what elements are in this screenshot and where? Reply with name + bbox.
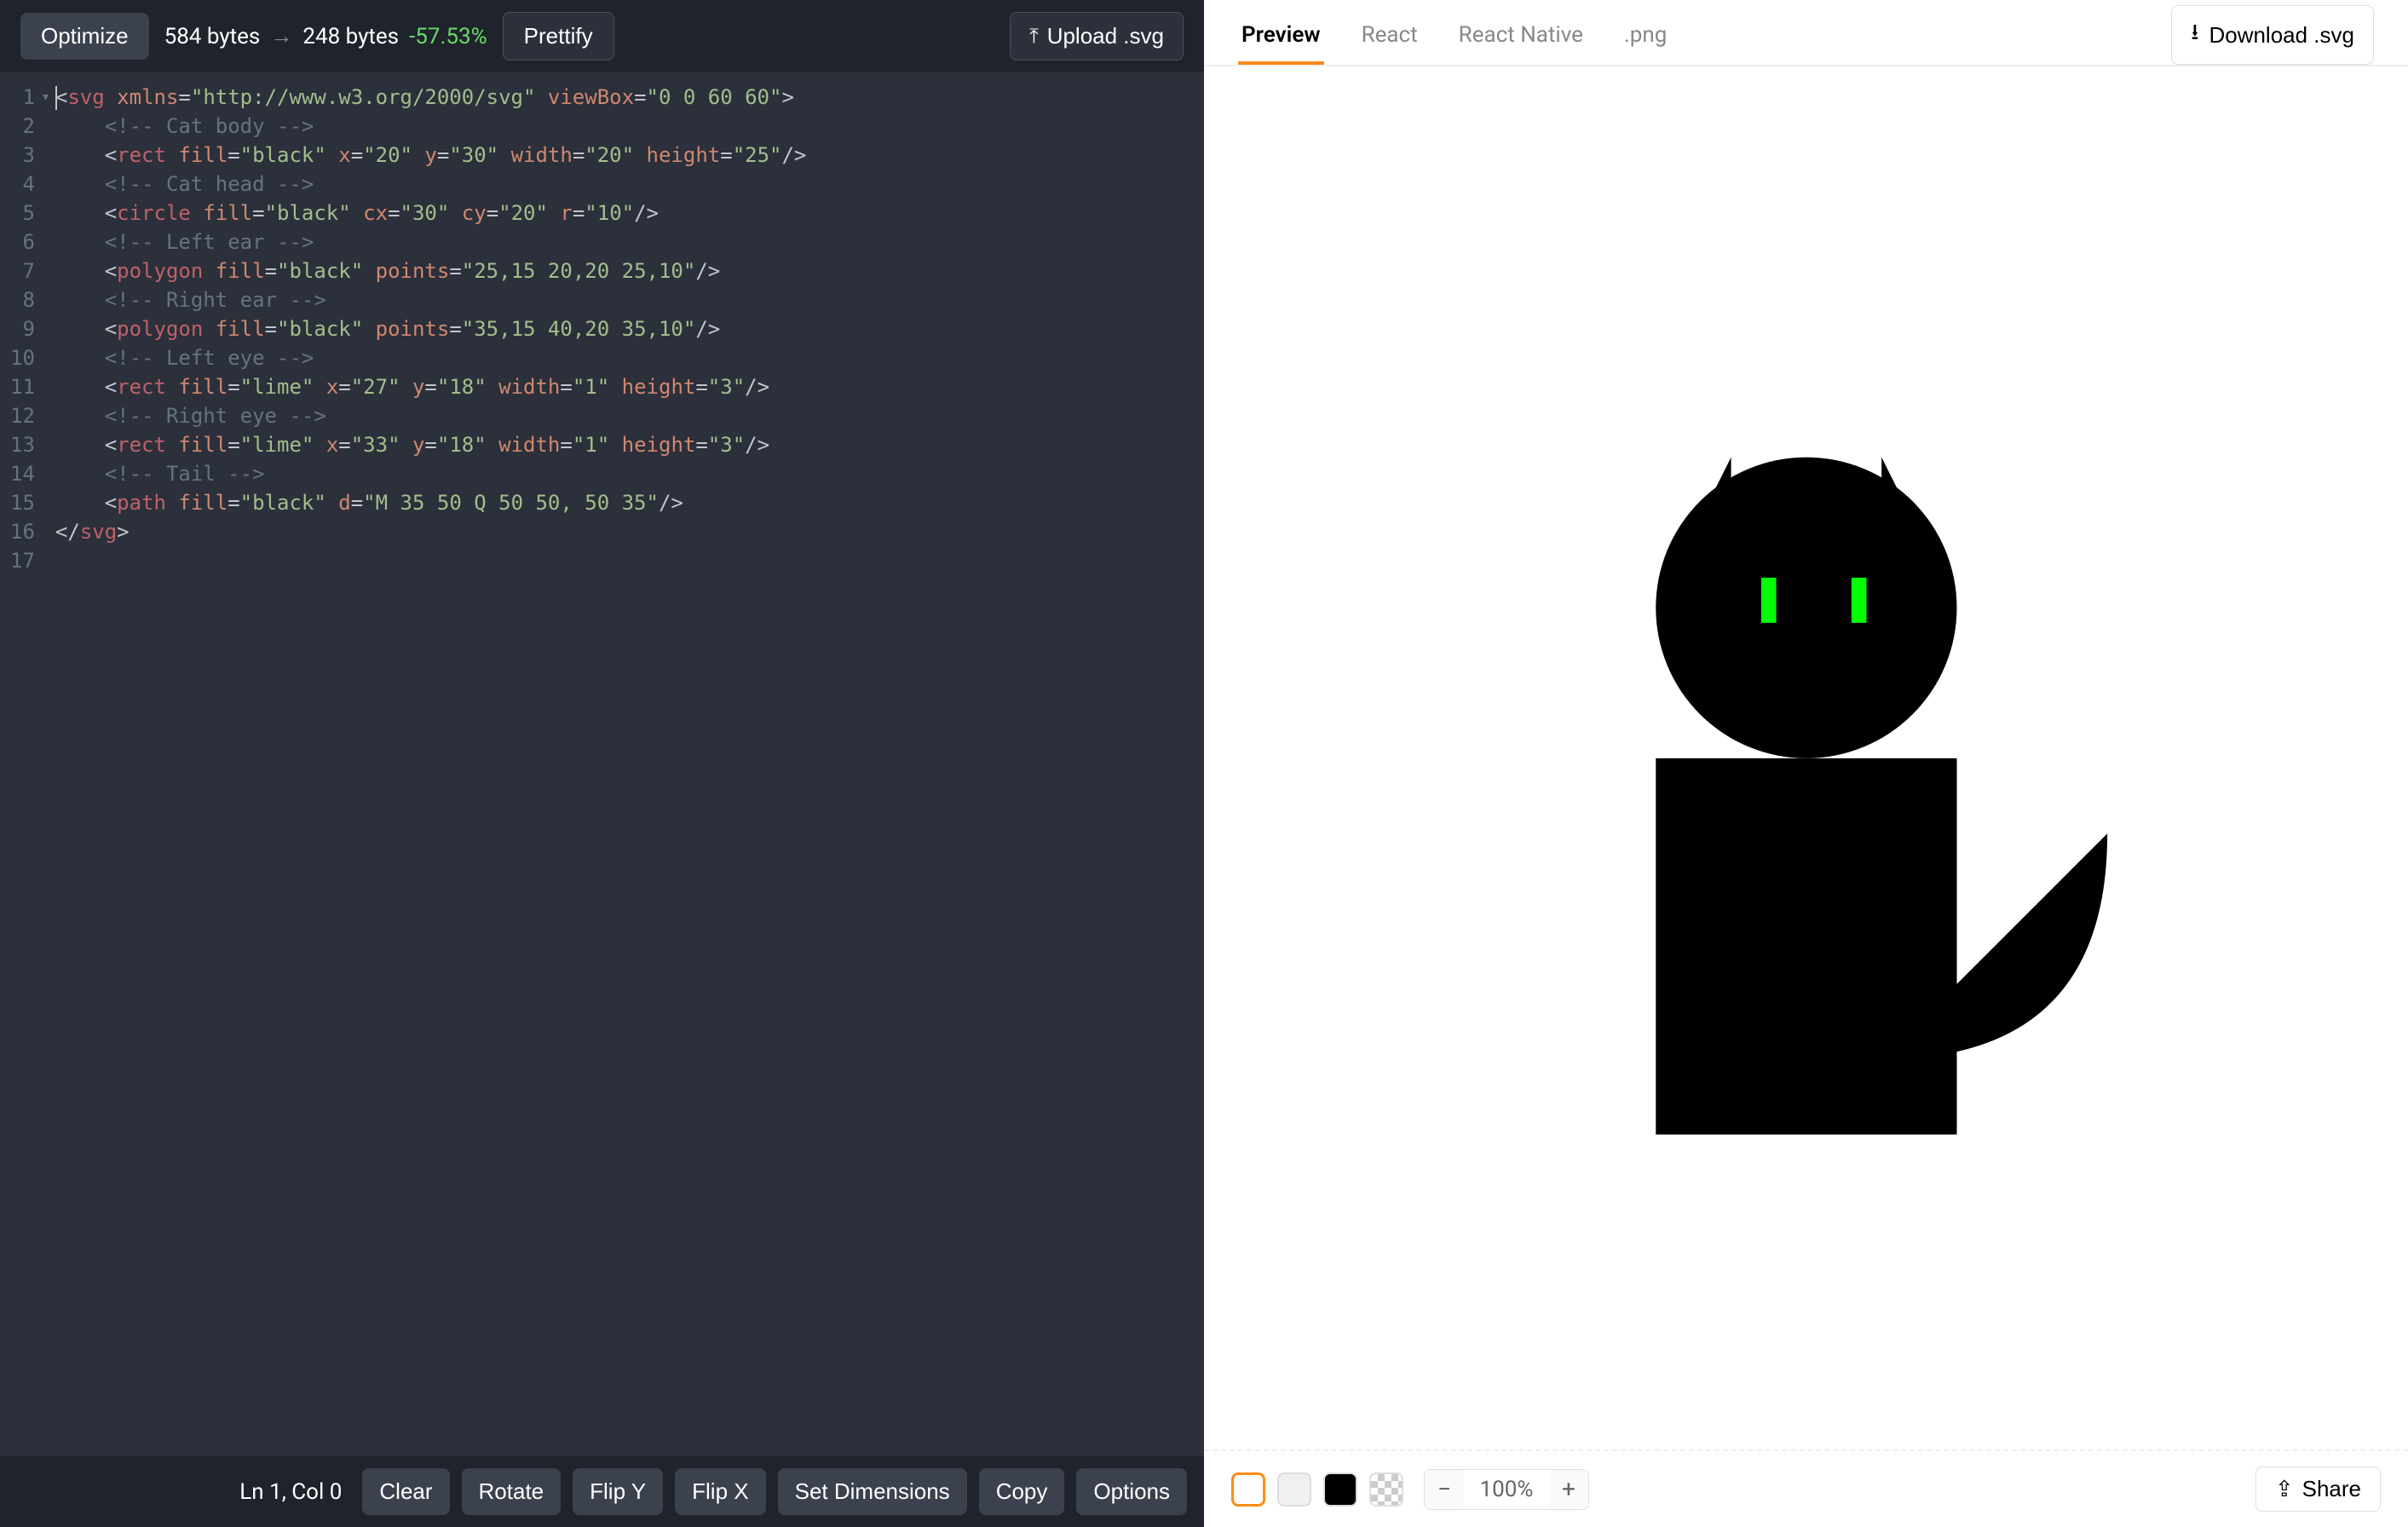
code-line[interactable]: <rect fill="lime" x="33" y="18" width="1… — [55, 430, 1190, 459]
code-line[interactable]: <!-- Cat head --> — [55, 170, 1190, 199]
rotate-button[interactable]: Rotate — [462, 1468, 562, 1515]
download-button[interactable]: ⭳ Download .svg — [2171, 5, 2374, 65]
code-line[interactable]: <!-- Right ear --> — [55, 285, 1190, 314]
copy-button[interactable]: Copy — [979, 1468, 1065, 1515]
bg-swatch-transparent[interactable] — [1369, 1472, 1403, 1507]
clear-button[interactable]: Clear — [362, 1468, 449, 1515]
line-number: 4 — [10, 170, 35, 199]
code-line[interactable]: <polygon fill="black" points="35,15 40,2… — [55, 314, 1190, 343]
tab-png[interactable]: .png — [1621, 7, 1670, 63]
code-line[interactable]: <path fill="black" d="M 35 50 Q 50 50, 5… — [55, 488, 1190, 517]
flip-y-button[interactable]: Flip Y — [573, 1468, 663, 1515]
code-line[interactable]: <circle fill="black" cx="30" cy="20" r="… — [55, 199, 1190, 228]
line-number: 17 — [10, 546, 35, 575]
tab-react[interactable]: React — [1358, 7, 1421, 63]
line-number: 1▾ — [10, 83, 35, 112]
svg-rect — [1656, 758, 1956, 1135]
code-line[interactable]: <rect fill="lime" x="27" y="18" width="1… — [55, 372, 1190, 401]
line-number: 11 — [10, 372, 35, 401]
upload-icon: ⤒ — [1029, 25, 1039, 49]
output-tabs: Preview React React Native .png — [1238, 7, 1670, 63]
code-line[interactable] — [55, 546, 1190, 575]
size-stats: 584 bytes → 248 bytes -57.53% — [164, 23, 487, 49]
svg-rect — [1761, 578, 1777, 623]
tab-preview[interactable]: Preview — [1238, 7, 1324, 63]
bg-swatch-grey[interactable] — [1277, 1472, 1311, 1507]
line-number: 6 — [10, 228, 35, 256]
preview-top-bar: Preview React React Native .png ⭳ Download … — [1204, 0, 2408, 66]
size-after: 248 bytes — [302, 24, 399, 49]
line-gutter: 1▾234567891011121314151617 — [0, 72, 42, 1456]
arrow-icon: → — [270, 23, 292, 49]
share-button[interactable]: ⇪ Share — [2255, 1466, 2381, 1512]
bg-swatch-black[interactable] — [1323, 1472, 1357, 1507]
code-line[interactable]: </svg> — [55, 517, 1190, 546]
preview-pane: Preview React React Native .png ⭳ Download … — [1204, 0, 2408, 1527]
fold-icon[interactable]: ▾ — [41, 83, 50, 112]
line-number: 7 — [10, 256, 35, 285]
line-number: 2 — [10, 112, 35, 141]
download-label: Download .svg — [2209, 22, 2354, 49]
tab-reactnative[interactable]: React Native — [1455, 7, 1587, 63]
bg-swatch-white[interactable] — [1231, 1472, 1265, 1507]
cursor-position: Ln 1, Col 0 — [239, 1479, 342, 1505]
zoom-in-button[interactable]: + — [1549, 1470, 1588, 1509]
svg-preview — [1355, 307, 2258, 1210]
upload-label: Upload .svg — [1047, 23, 1164, 49]
code-line[interactable]: <rect fill="black" x="20" y="30" width="… — [55, 141, 1190, 170]
line-number: 3 — [10, 141, 35, 170]
svg-circle — [1656, 457, 1956, 758]
prettify-button[interactable]: Prettify — [503, 12, 614, 61]
code-line[interactable]: <!-- Left ear --> — [55, 228, 1190, 256]
zoom-control: − 100% + — [1424, 1469, 1589, 1510]
line-number: 15 — [10, 488, 35, 517]
line-number: 14 — [10, 459, 35, 488]
share-label: Share — [2302, 1476, 2361, 1502]
code-editor[interactable]: 1▾234567891011121314151617 <svg xmlns="h… — [0, 72, 1204, 1456]
download-icon: ⭳ — [2191, 16, 2198, 54]
code-line[interactable]: <!-- Tail --> — [55, 459, 1190, 488]
share-icon: ⇪ — [2275, 1476, 2294, 1502]
line-number: 5 — [10, 199, 35, 228]
line-number: 13 — [10, 430, 35, 459]
code-line[interactable]: <!-- Left eye --> — [55, 343, 1190, 372]
line-number: 8 — [10, 285, 35, 314]
editor-toolbar: Optimize 584 bytes → 248 bytes -57.53% P… — [0, 0, 1204, 72]
editor-bottom-toolbar: Ln 1, Col 0 Clear RotateFlip Y Flip X Set D… — [0, 1456, 1204, 1527]
zoom-out-button[interactable]: − — [1425, 1470, 1464, 1509]
preview-bottom-bar: − 100% + ⇪ Share — [1204, 1449, 2408, 1527]
line-number: 9 — [10, 314, 35, 343]
editor-pane: Optimize 584 bytes → 248 bytes -57.53% P… — [0, 0, 1204, 1527]
line-number: 16 — [10, 517, 35, 546]
bottom-button-group: Clear RotateFlip Y Flip X Set Dimensions Cop… — [362, 1468, 1187, 1515]
zoom-value: 100% — [1464, 1477, 1549, 1502]
code-content[interactable]: <svg xmlns="http://www.w3.org/2000/svg" … — [42, 72, 1204, 1456]
optimize-button[interactable]: Optimize — [20, 13, 149, 60]
options-button[interactable]: Options — [1076, 1468, 1187, 1515]
upload-button[interactable]: ⤒ Upload .svg — [1010, 12, 1184, 61]
svg-preview-canvas — [1204, 66, 2408, 1449]
pct-saved: -57.53% — [409, 24, 487, 49]
line-number: 12 — [10, 401, 35, 430]
code-line[interactable]: <!-- Cat body --> — [55, 112, 1190, 141]
code-line[interactable]: <polygon fill="black" points="25,15 20,2… — [55, 256, 1190, 285]
size-before: 584 bytes — [164, 24, 261, 49]
code-line[interactable]: <svg xmlns="http://www.w3.org/2000/svg" … — [55, 83, 1190, 112]
svg-rect — [1851, 578, 1866, 623]
code-line[interactable]: <!-- Right eye --> — [55, 401, 1190, 430]
line-number: 10 — [10, 343, 35, 372]
set-dimensions-button[interactable]: Set Dimensions — [778, 1468, 967, 1515]
flip-x-button[interactable]: Flip X — [675, 1468, 765, 1515]
